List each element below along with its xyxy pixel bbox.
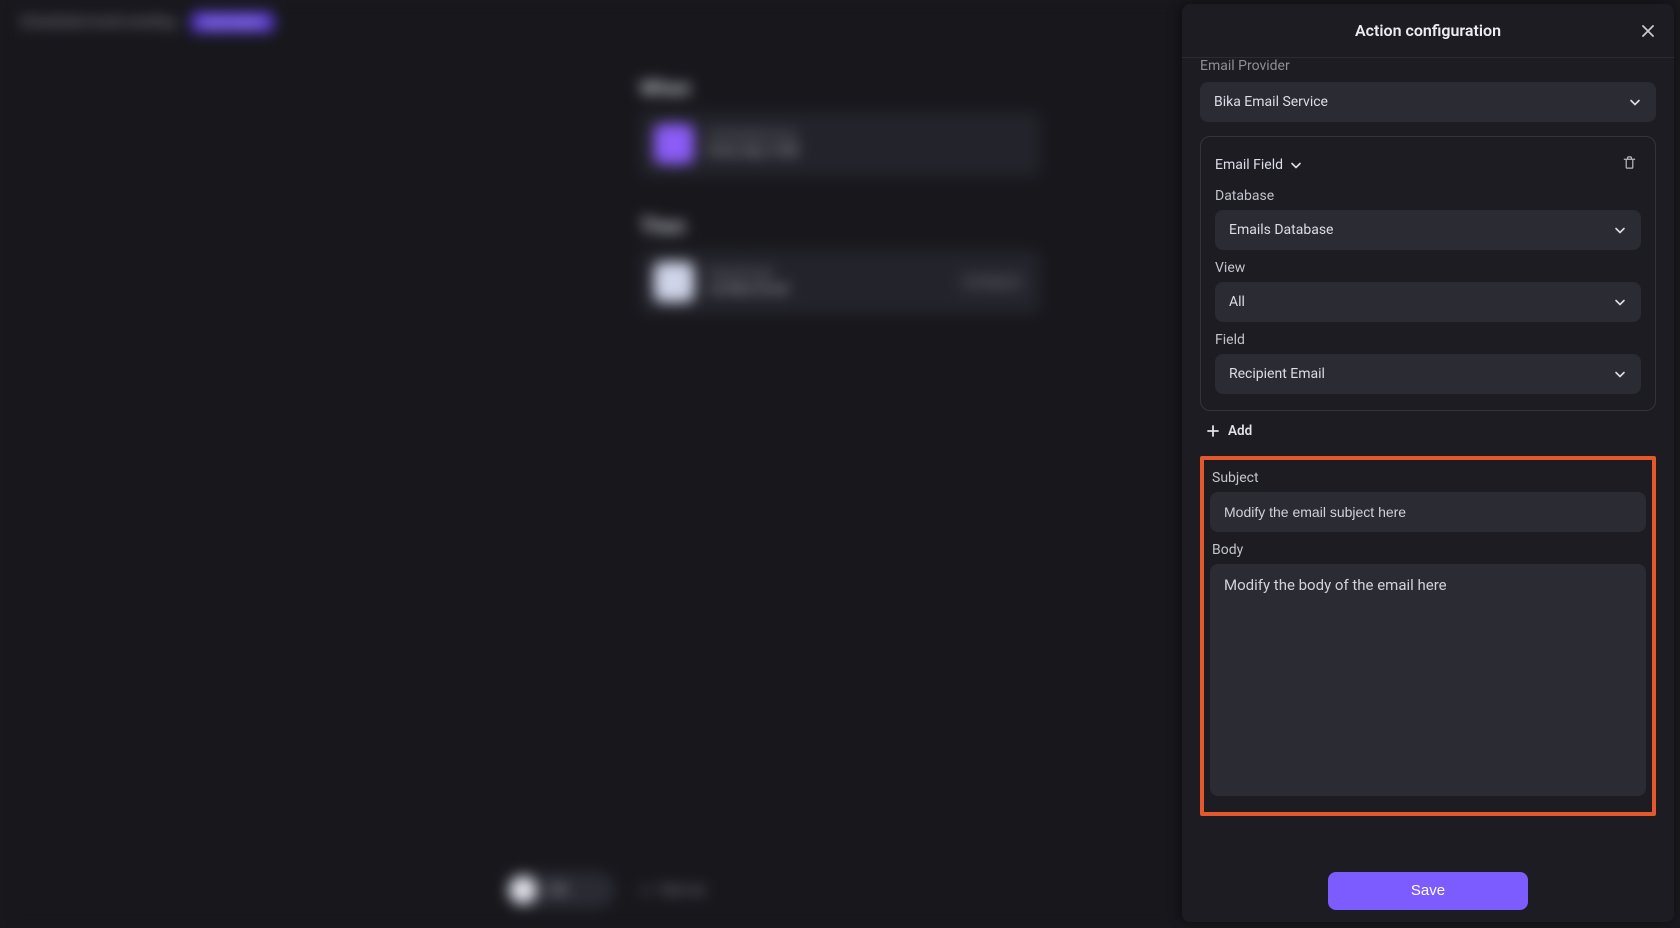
email-field-name-toggle[interactable]: Email Field xyxy=(1215,157,1303,173)
email-provider-select[interactable]: Bika Email Service xyxy=(1200,82,1656,122)
chevron-down-icon xyxy=(1289,158,1303,172)
trigger-icon xyxy=(654,124,694,164)
when-title: When xyxy=(640,76,1040,100)
enable-toggle: ON xyxy=(505,872,615,908)
chevron-down-icon xyxy=(1628,95,1642,109)
automation-badge: Automation xyxy=(191,12,273,32)
add-field-button[interactable]: Add xyxy=(1206,423,1252,439)
subject-body-highlight: Subject Body xyxy=(1200,456,1656,816)
subject-input[interactable] xyxy=(1210,492,1646,532)
subject-label: Subject xyxy=(1212,470,1646,486)
when-card: Scheduled time Every day, 9 AM xyxy=(640,112,1040,176)
panel-footer: Save xyxy=(1182,858,1674,922)
then-card: Send Email via Bika Email Configure xyxy=(640,250,1040,314)
action-config-panel: Action configuration Email Provider Bika… xyxy=(1182,4,1674,922)
chevron-down-icon xyxy=(1613,223,1627,237)
database-label: Database xyxy=(1215,188,1641,204)
view-select[interactable]: All xyxy=(1215,282,1641,322)
email-field-block: Email Field Database Emails Database xyxy=(1200,136,1656,411)
then-title: Then xyxy=(640,214,1040,238)
panel-header: Action configuration xyxy=(1182,4,1674,58)
breadcrumb-text: Scheduled email sending xyxy=(20,14,175,30)
email-provider-label: Email Provider xyxy=(1200,58,1656,74)
plus-icon xyxy=(1206,424,1220,438)
chevron-down-icon xyxy=(1613,295,1627,309)
test-run-link: ▷Test run xyxy=(643,872,706,908)
database-select[interactable]: Emails Database xyxy=(1215,210,1641,250)
close-icon xyxy=(1640,23,1656,39)
email-provider-value: Bika Email Service xyxy=(1214,94,1328,110)
view-label: View xyxy=(1215,260,1641,276)
field-select[interactable]: Recipient Email xyxy=(1215,354,1641,394)
body-label: Body xyxy=(1212,542,1646,558)
body-textarea[interactable] xyxy=(1210,564,1646,796)
action-icon xyxy=(654,262,694,302)
save-button[interactable]: Save xyxy=(1328,872,1528,910)
close-button[interactable] xyxy=(1636,19,1660,43)
view-value: All xyxy=(1229,294,1245,310)
field-value: Recipient Email xyxy=(1229,366,1325,382)
panel-title: Action configuration xyxy=(1355,21,1501,40)
delete-field-button[interactable] xyxy=(1618,151,1641,178)
chevron-down-icon xyxy=(1613,367,1627,381)
field-label: Field xyxy=(1215,332,1641,348)
trash-icon xyxy=(1622,155,1637,170)
database-value: Emails Database xyxy=(1229,222,1333,238)
